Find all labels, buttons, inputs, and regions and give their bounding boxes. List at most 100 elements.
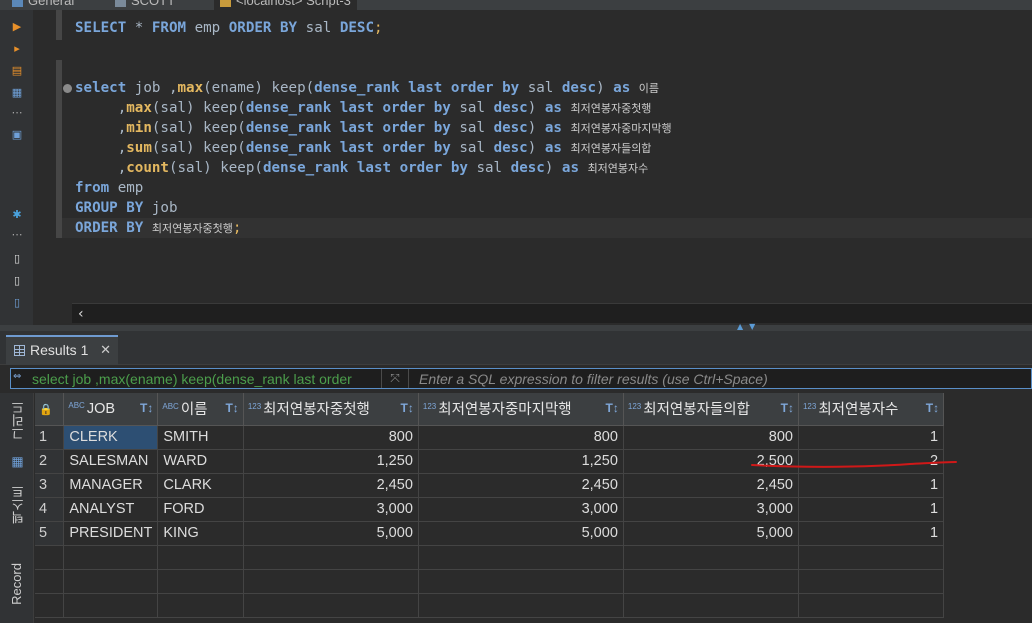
cell-min-sal[interactable]: 5,000 xyxy=(418,521,624,546)
cell-max-sal[interactable]: 3,000 xyxy=(243,497,419,522)
cell-min-sal[interactable]: 3,000 xyxy=(418,497,624,522)
cell-job[interactable]: ANALYST xyxy=(63,497,159,522)
cell-name[interactable]: CLARK xyxy=(157,473,244,498)
table-row[interactable]: 5 PRESIDENT KING 5,000 5,000 5,000 1 xyxy=(35,521,1032,546)
cell-max-sal[interactable]: 800 xyxy=(243,425,419,450)
cell-max-sal[interactable]: 1,250 xyxy=(243,449,419,474)
code-line-4[interactable]: ,max(sal) keep(dense_rank last order by … xyxy=(75,98,652,119)
explain-plan-icon[interactable]: ▦ xyxy=(10,86,24,100)
grid-view-icon[interactable]: ▦ xyxy=(9,455,24,470)
row-number: 1 xyxy=(35,425,65,450)
column-header-min-sal[interactable]: 123 최저연봉자중마지막행 T↕ xyxy=(418,393,624,426)
cell-min-sal[interactable]: 800 xyxy=(418,425,624,450)
view-text-tab[interactable]: 텍스트 xyxy=(9,485,28,524)
console-icon[interactable]: ▣ xyxy=(10,128,24,142)
cell-count-sal[interactable]: 1 xyxy=(798,497,945,522)
empty-row xyxy=(35,545,1032,570)
execute-new-tab-icon[interactable]: ▸ xyxy=(10,42,24,56)
cell-name[interactable]: FORD xyxy=(157,497,244,522)
cell-job[interactable]: SALESMAN xyxy=(63,449,159,474)
code-line-9[interactable]: GROUP BY job xyxy=(75,198,178,218)
table-row[interactable]: 4 ANALYST FORD 3,000 3,000 3,000 1 xyxy=(35,497,1032,522)
cell-count-sal[interactable]: 2 xyxy=(798,449,945,474)
cell-count-sal[interactable]: 1 xyxy=(798,473,945,498)
cell-min-sal[interactable]: 2,450 xyxy=(418,473,624,498)
collapse-icon[interactable]: ▲▼ xyxy=(737,322,761,331)
code-line-5[interactable]: ,min(sal) keep(dense_rank last order by … xyxy=(75,118,672,139)
cell-count-sal[interactable]: 1 xyxy=(798,425,945,450)
tab-general-label: General xyxy=(28,0,75,8)
column-header-max-sal[interactable]: 123 최저연봉자중첫행 T↕ xyxy=(243,393,419,426)
sql-editor[interactable]: ▶ ▸ ▤ ▦ ⋯ ▣ ✱ ⋯ ▯ ▯ ▯ SELECT * FROM emp … xyxy=(0,10,1032,325)
code-line-10[interactable]: ORDER BY 최저연봉자중첫행; xyxy=(75,218,241,239)
results-tab-bar: Results 1 ✕ xyxy=(0,331,1032,365)
row-number: 2 xyxy=(35,449,65,474)
cell-job[interactable]: PRESIDENT xyxy=(63,521,159,546)
code-line-7[interactable]: ,count(sal) keep(dense_rank last order b… xyxy=(75,158,649,179)
cell-count-sal[interactable]: 1 xyxy=(798,521,945,546)
cell-max-sal[interactable]: 2,450 xyxy=(243,473,419,498)
format-icon[interactable]: ✱ xyxy=(10,208,24,222)
cell-sum-sal[interactable]: 3,000 xyxy=(623,497,799,522)
cell-name[interactable]: KING xyxy=(157,521,244,546)
editor-horizontal-scrollbar[interactable]: ‹ xyxy=(72,303,1032,323)
cell-job[interactable]: MANAGER xyxy=(63,473,159,498)
cell-sum-sal[interactable]: 2,500 xyxy=(623,449,799,474)
code-line-6[interactable]: ,sum(sal) keep(dense_rank last order by … xyxy=(75,138,652,159)
sort-icon[interactable]: T↕ xyxy=(781,401,794,415)
sort-icon[interactable]: T↕ xyxy=(225,401,238,415)
column-header-count-sal[interactable]: 123 최저연봉자수 T↕ xyxy=(798,393,945,426)
table-row[interactable]: 1 CLERK SMITH 800 800 800 1 xyxy=(35,425,1032,450)
results-grid[interactable]: 🔒 ABC JOB T↕ ABC 이름 T↕ 123 최저연봉자중첫행 T↕ 123 최저연봉… xyxy=(35,393,1032,623)
cell-min-sal[interactable]: 1,250 xyxy=(418,449,624,474)
statement-marker xyxy=(56,10,62,40)
cell-max-sal[interactable]: 5,000 xyxy=(243,521,419,546)
code-line-8[interactable]: from emp xyxy=(75,178,143,198)
close-icon[interactable]: ✕ xyxy=(100,337,111,363)
tab-results-1[interactable]: Results 1 ✕ xyxy=(6,335,118,365)
row-number: 4 xyxy=(35,497,65,522)
more-options-2-icon[interactable]: ⋯ xyxy=(10,228,24,242)
table-row[interactable]: 2 SALESMAN WARD 1,250 1,250 2,500 2 xyxy=(35,449,1032,474)
column-header-name[interactable]: ABC 이름 T↕ xyxy=(157,393,244,426)
results-panel: Results 1 ✕ ⇔ select job ,max(ename) kee… xyxy=(0,331,1032,623)
table-row[interactable]: 3 MANAGER CLARK 2,450 2,450 2,450 1 xyxy=(35,473,1032,498)
database-icon xyxy=(115,0,126,7)
cell-sum-sal[interactable]: 5,000 xyxy=(623,521,799,546)
tab-general[interactable]: General xyxy=(12,0,74,10)
view-record-tab[interactable]: Record xyxy=(9,563,24,605)
view-grid-tab[interactable]: 그리드 xyxy=(9,401,28,440)
sort-icon[interactable]: T↕ xyxy=(606,401,619,415)
row-header-corner[interactable]: 🔒 xyxy=(35,393,65,426)
tab-script-3[interactable]: <localhost> Script-3 xyxy=(214,0,357,10)
new-script-icon[interactable]: ▯ xyxy=(10,252,24,266)
script-icon xyxy=(220,0,231,7)
execute-statement-icon[interactable]: ▶ xyxy=(10,20,24,34)
code-line-3[interactable]: select job ,max(ename) keep(dense_rank l… xyxy=(75,78,659,99)
save-file-icon[interactable]: ▯ xyxy=(10,296,24,310)
cell-name[interactable]: SMITH xyxy=(157,425,244,450)
column-header-job[interactable]: ABC JOB T↕ xyxy=(63,393,159,426)
execute-script-icon[interactable]: ▤ xyxy=(10,64,24,78)
cell-name[interactable]: WARD xyxy=(157,449,244,474)
filter-input[interactable] xyxy=(409,369,1029,388)
cell-job[interactable]: CLERK xyxy=(63,425,159,450)
tab-scott[interactable]: SCOTT xyxy=(115,0,175,10)
cell-sum-sal[interactable]: 800 xyxy=(623,425,799,450)
expand-filter-icon[interactable]: ⤧ xyxy=(381,369,409,388)
filter-history-icon[interactable]: ⇔ xyxy=(13,371,21,382)
sort-icon[interactable]: T↕ xyxy=(401,401,414,415)
code-line-1[interactable]: SELECT * FROM emp ORDER BY sal DESC; xyxy=(75,18,383,38)
editor-tab-strip: General SCOTT <localhost> Script-3 xyxy=(0,0,1032,10)
scroll-left-icon[interactable]: ‹ xyxy=(78,304,84,324)
open-file-icon[interactable]: ▯ xyxy=(10,274,24,288)
fold-marker-icon[interactable] xyxy=(63,84,72,93)
sort-icon[interactable]: T↕ xyxy=(926,401,939,415)
column-header-sum-sal[interactable]: 123 최저연봉자들의합 T↕ xyxy=(623,393,799,426)
empty-row xyxy=(35,593,1032,618)
statement-marker xyxy=(56,60,62,238)
filter-query-text[interactable]: select job ,max(ename) keep(dense_rank l… xyxy=(32,370,380,388)
sort-icon[interactable]: T↕ xyxy=(140,401,153,415)
more-options-icon[interactable]: ⋯ xyxy=(10,106,24,120)
cell-sum-sal[interactable]: 2,450 xyxy=(623,473,799,498)
